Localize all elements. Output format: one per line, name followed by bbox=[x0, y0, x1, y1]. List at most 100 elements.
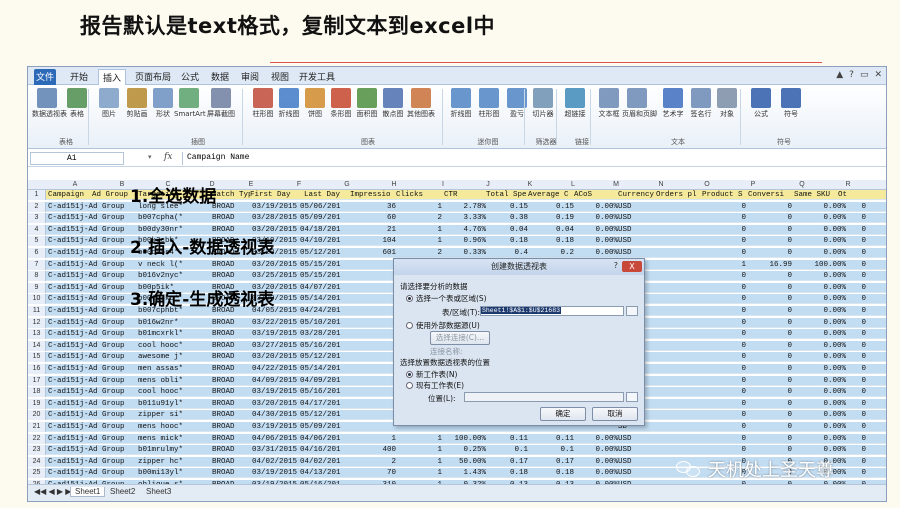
cell[interactable]: 0.17 bbox=[486, 457, 528, 467]
cell[interactable] bbox=[346, 271, 396, 281]
sheet-tab-1[interactable]: Sheet1 bbox=[70, 487, 106, 497]
cell[interactable]: 04/24/201 bbox=[300, 306, 346, 316]
cell[interactable]: 0.2 bbox=[528, 248, 574, 258]
cell[interactable]: 0.00% bbox=[574, 213, 618, 223]
row-number[interactable]: 10 bbox=[28, 294, 46, 305]
cell[interactable]: 0 bbox=[846, 410, 866, 420]
cell[interactable]: 0 bbox=[702, 318, 746, 328]
cell[interactable]: 03/20/2015 bbox=[252, 399, 300, 409]
cell[interactable]: BROAD bbox=[212, 329, 252, 339]
cell[interactable] bbox=[346, 318, 396, 328]
column-header[interactable]: K bbox=[508, 180, 552, 190]
cell[interactable]: BROAD bbox=[212, 341, 252, 351]
cell[interactable]: 04/22/2015 bbox=[252, 364, 300, 374]
cell[interactable]: 1.43% bbox=[442, 468, 486, 478]
ribbon-button-24[interactable]: 公式 bbox=[746, 88, 776, 119]
cell[interactable]: b016w2nr* bbox=[138, 318, 208, 328]
cell[interactable]: 2 bbox=[396, 213, 442, 223]
cell[interactable]: 2 bbox=[396, 248, 442, 258]
cell[interactable]: Orders pl bbox=[656, 190, 702, 200]
cell[interactable]: C-ad151j-Ad Group bbox=[48, 248, 138, 258]
row-number[interactable]: 14 bbox=[28, 340, 46, 351]
cell[interactable]: 0.00% bbox=[792, 248, 846, 258]
cell[interactable]: CTR bbox=[444, 190, 486, 200]
cell[interactable]: Conversi bbox=[748, 190, 794, 200]
ribbon-tab-2[interactable]: 插入 bbox=[98, 69, 126, 85]
cell[interactable]: C-ad151j-Ad Group bbox=[48, 434, 138, 444]
cell[interactable]: 0.15 bbox=[528, 202, 574, 212]
ribbon-button-23[interactable]: 对象 bbox=[712, 88, 742, 119]
dialog-close-icon[interactable]: X bbox=[622, 261, 642, 272]
cell[interactable]: 0.00% bbox=[792, 213, 846, 223]
ribbon-button-17[interactable]: 切片器 bbox=[528, 88, 558, 119]
row-number[interactable]: 7 bbox=[28, 259, 46, 270]
cell[interactable]: 1 bbox=[702, 260, 746, 270]
dialog-help-icon[interactable]: ? bbox=[614, 261, 618, 270]
cell[interactable]: v neck l(* bbox=[138, 260, 208, 270]
cell[interactable]: 0.00% bbox=[792, 376, 846, 386]
ribbon-tab-3[interactable]: 页面布局 bbox=[134, 69, 172, 85]
row-number[interactable]: 6 bbox=[28, 248, 46, 258]
column-header[interactable]: N bbox=[638, 180, 684, 190]
cell[interactable]: 03/19/2015 bbox=[252, 422, 300, 432]
column-header[interactable]: I bbox=[418, 180, 468, 190]
cell[interactable]: 0 bbox=[702, 213, 746, 223]
column-header[interactable]: F bbox=[274, 180, 324, 190]
cell[interactable]: 0 bbox=[702, 387, 746, 397]
cell[interactable]: b007cpha(* bbox=[138, 213, 208, 223]
cell[interactable]: 0.00% bbox=[574, 457, 618, 467]
ribbon-button-14[interactable]: 折线图 bbox=[446, 88, 476, 119]
cell[interactable]: BROAD bbox=[212, 468, 252, 478]
row-number[interactable]: 3 bbox=[28, 213, 46, 224]
ribbon-button-19[interactable]: 文本框 bbox=[594, 88, 624, 119]
cell[interactable]: men assas* bbox=[138, 364, 208, 374]
row-number[interactable]: 9 bbox=[28, 282, 46, 293]
cell[interactable]: 0 bbox=[746, 410, 792, 420]
cell[interactable]: 05/09/201 bbox=[300, 422, 346, 432]
cell[interactable]: 05/12/201 bbox=[300, 248, 346, 258]
cell[interactable]: 0.00% bbox=[792, 294, 846, 304]
cell[interactable]: 0.19 bbox=[528, 213, 574, 223]
cell[interactable]: 0.1 bbox=[528, 445, 574, 455]
cell[interactable]: 0.00% bbox=[792, 422, 846, 432]
cell[interactable]: 0 bbox=[702, 248, 746, 258]
cell[interactable]: 04/02/2015 bbox=[252, 457, 300, 467]
radio-existing-sheet[interactable]: 现有工作表(E) bbox=[406, 380, 464, 391]
ribbon-button-5[interactable]: SmartArt bbox=[174, 88, 206, 119]
cell[interactable]: 0 bbox=[702, 352, 746, 362]
cell[interactable]: 0 bbox=[846, 248, 866, 258]
cell[interactable]: 0 bbox=[702, 329, 746, 339]
cell[interactable]: 3.33% bbox=[442, 213, 486, 223]
row-number[interactable]: 17 bbox=[28, 375, 46, 386]
cell[interactable]: C-ad151j-Ad Group bbox=[48, 364, 138, 374]
ribbon-button-20[interactable]: 页眉和页脚 bbox=[622, 88, 657, 119]
column-header[interactable]: Q bbox=[776, 180, 828, 190]
cell[interactable]: C-ad151j-Ad Group bbox=[48, 376, 138, 386]
location-picker-icon[interactable] bbox=[626, 392, 638, 402]
cell[interactable]: 03/19/2015 bbox=[252, 202, 300, 212]
row-number[interactable]: 21 bbox=[28, 422, 46, 432]
cell[interactable]: 0.18 bbox=[528, 468, 574, 478]
cell[interactable]: ACoS bbox=[574, 190, 618, 200]
ribbon-button-12[interactable]: 散点图 bbox=[378, 88, 408, 119]
cell[interactable]: mens obli* bbox=[138, 376, 208, 386]
cell[interactable]: 03/31/2015 bbox=[252, 445, 300, 455]
column-header[interactable]: L bbox=[552, 180, 594, 190]
cell[interactable]: cool hooc* bbox=[138, 341, 208, 351]
cell[interactable]: 0.00% bbox=[574, 202, 618, 212]
cell[interactable]: b016v2nyc* bbox=[138, 271, 208, 281]
row-number[interactable]: 2 bbox=[28, 201, 46, 212]
cell[interactable]: Product S bbox=[702, 190, 748, 200]
cell[interactable]: 100.00% bbox=[442, 434, 486, 444]
cell[interactable]: 0.18 bbox=[486, 468, 528, 478]
cell[interactable]: C-ad151j-Ad Group bbox=[48, 352, 138, 362]
row-number[interactable]: 4 bbox=[28, 224, 46, 235]
cell[interactable]: b01mrulmy* bbox=[138, 445, 208, 455]
row-number[interactable]: 11 bbox=[28, 306, 46, 316]
cell[interactable]: C-ad151j-Ad Group bbox=[48, 399, 138, 409]
cell[interactable] bbox=[346, 329, 396, 339]
cell[interactable]: 04/17/201 bbox=[300, 399, 346, 409]
cell[interactable]: 36 bbox=[346, 202, 396, 212]
cell[interactable]: C-ad151j-Ad Group bbox=[48, 294, 138, 304]
cell[interactable]: 0.38 bbox=[486, 213, 528, 223]
